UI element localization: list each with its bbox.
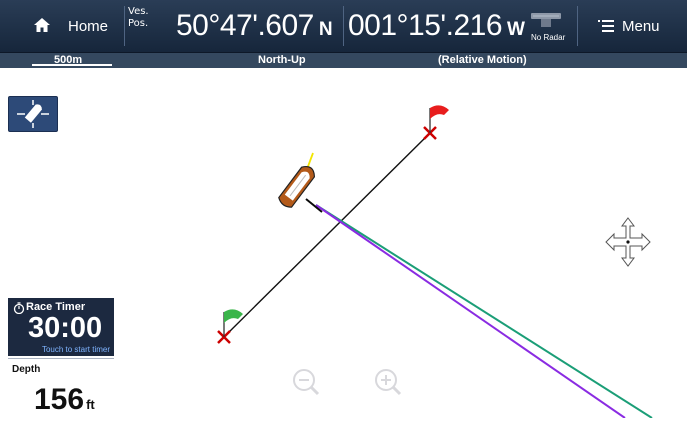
race-timer-hint: Touch to start timer	[41, 345, 110, 354]
course-track-green	[315, 204, 653, 418]
divider	[577, 6, 578, 46]
course-track-purple	[315, 204, 626, 418]
home-button[interactable]: Home	[6, 4, 116, 48]
top-bar: Home Ves. Pos. 50°47'.607 N 001°15'.216 W …	[0, 0, 687, 53]
motion-mode[interactable]: (Relative Motion)	[438, 53, 527, 68]
radar-status-label: No Radar	[531, 33, 566, 42]
orientation-mode[interactable]: North-Up	[258, 53, 306, 68]
vessel-position-label: Ves. Pos.	[128, 6, 149, 29]
divider	[343, 6, 344, 46]
race-timer-panel[interactable]: Race Timer 30:00 Touch to start timer	[8, 298, 114, 356]
starboard-mark[interactable]	[423, 105, 449, 140]
race-timer-value: 30:00	[28, 312, 103, 344]
depth-unit: ft	[86, 397, 95, 412]
divider	[124, 6, 125, 46]
longitude-value: 001°15'.216	[348, 9, 503, 42]
start-line	[223, 132, 431, 338]
radar-icon	[531, 13, 561, 27]
depth-readout: 156 ft	[34, 383, 95, 422]
menu-button[interactable]: Menu	[582, 4, 682, 48]
latitude-readout: 50°47'.607 N	[176, 8, 333, 48]
home-icon	[34, 18, 50, 32]
longitude-readout: 001°15'.216 W	[348, 8, 525, 48]
depth-panel[interactable]: Depth 156 ft	[8, 358, 114, 419]
longitude-hemisphere: W	[507, 19, 525, 40]
latitude-value: 50°47'.607	[176, 9, 314, 42]
zoom-in-icon[interactable]	[375, 369, 402, 396]
port-mark[interactable]	[217, 309, 243, 344]
scale-bar	[32, 64, 112, 66]
latitude-hemisphere: N	[318, 19, 333, 40]
menu-icon	[598, 20, 614, 32]
status-bar: 500m North-Up (Relative Motion)	[0, 53, 687, 68]
radar-status[interactable]: No Radar	[527, 7, 567, 47]
vessel-cog-vector	[305, 198, 323, 213]
stopwatch-icon	[13, 302, 25, 314]
depth-value: 156	[34, 383, 85, 416]
zoom-out-icon[interactable]	[293, 369, 320, 396]
find-ship-button[interactable]	[8, 96, 58, 132]
home-label: Home	[68, 17, 109, 35]
boat-center-icon	[17, 100, 49, 128]
pan-cross-icon[interactable]	[605, 217, 651, 267]
menu-label: Menu	[622, 17, 660, 35]
depth-title: Depth	[12, 364, 41, 375]
